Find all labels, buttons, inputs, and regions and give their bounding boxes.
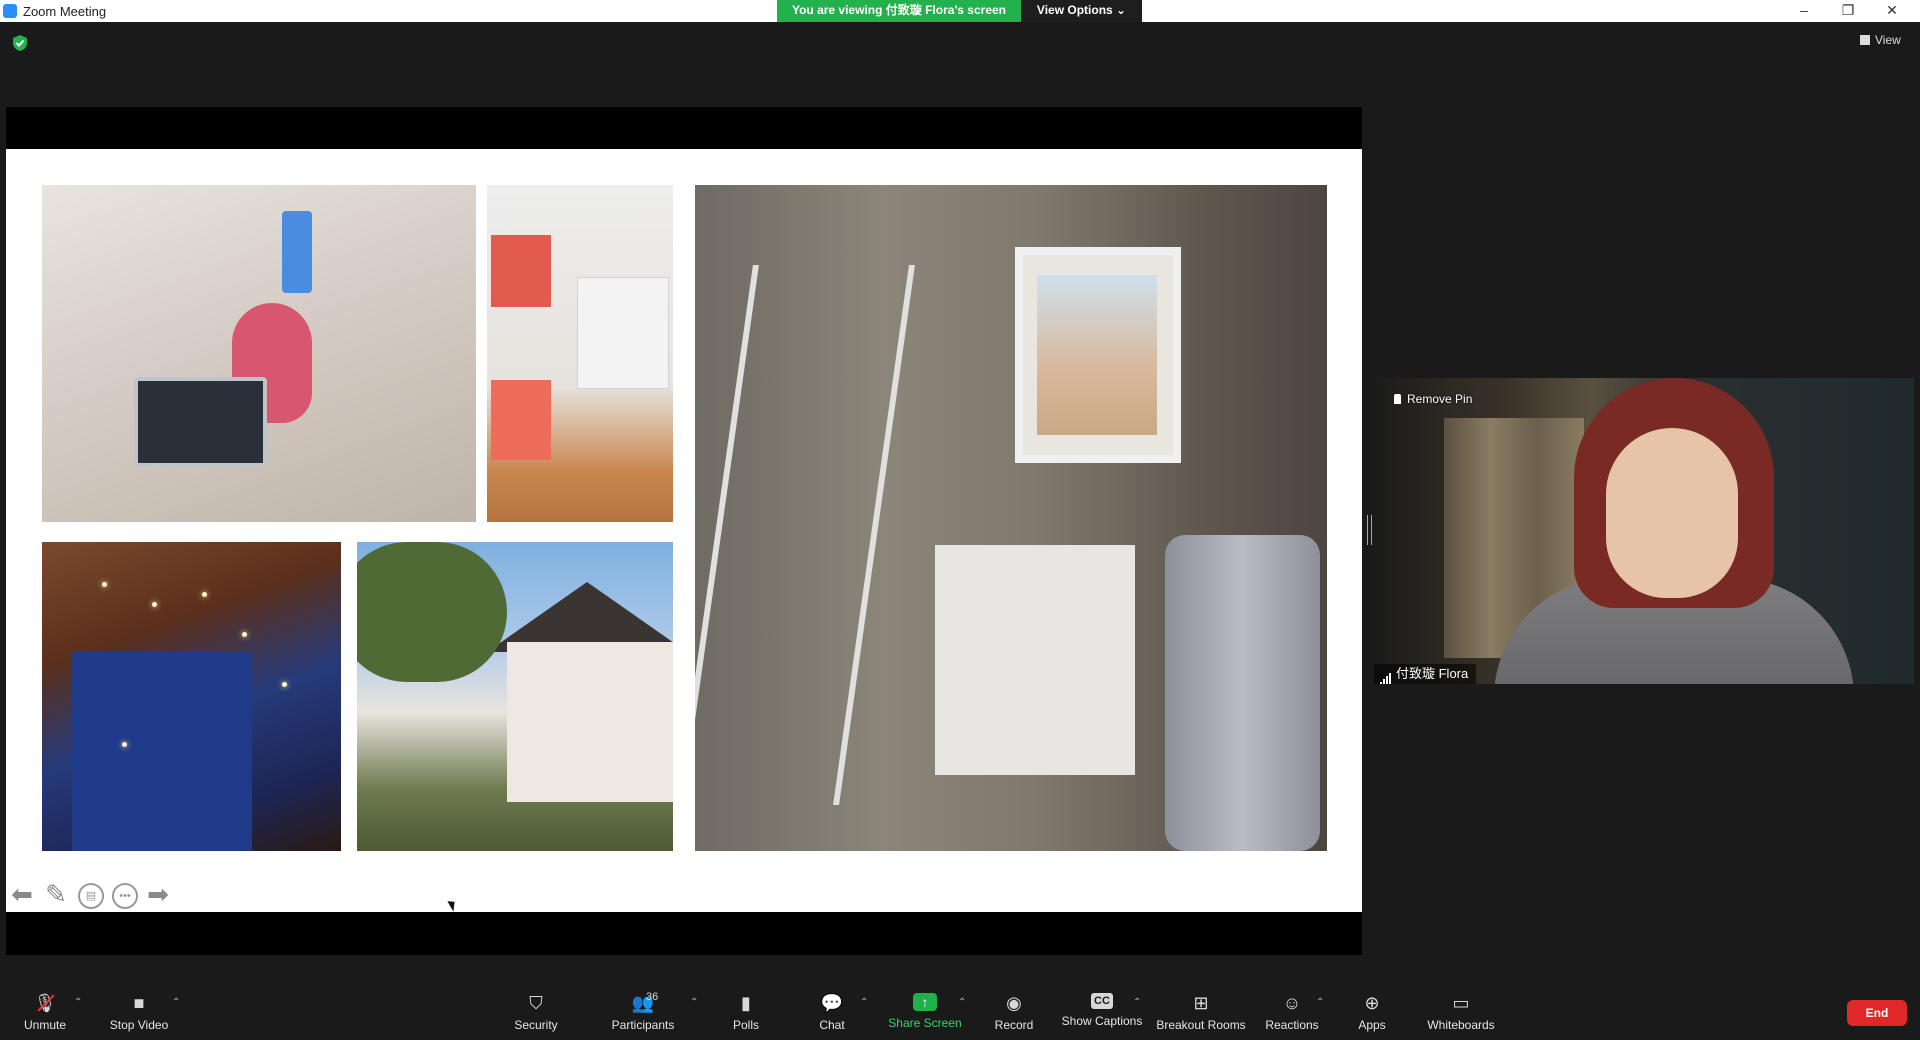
- house-photo: [357, 542, 673, 851]
- house-wall: [507, 642, 673, 802]
- whiteboards-button[interactable]: ▭ Whiteboards: [1424, 975, 1498, 1040]
- desk-photo: [42, 185, 476, 522]
- tree: [357, 542, 507, 682]
- string-light: [202, 592, 207, 597]
- video-options-chevron-icon[interactable]: ⌃: [172, 997, 180, 1008]
- view-options-button[interactable]: View Options ⌄: [1021, 0, 1142, 22]
- close-button[interactable]: ✕: [1870, 0, 1914, 22]
- stop-video-button[interactable]: ■ Stop Video: [100, 975, 178, 1040]
- participants-count: 36: [646, 991, 659, 1003]
- zoom-app-icon: [3, 4, 17, 18]
- string-light: [282, 682, 287, 687]
- view-layout-button[interactable]: View: [1860, 33, 1901, 47]
- polls-button[interactable]: ▮ Polls: [720, 975, 772, 1040]
- share-arrow-icon: ↑: [913, 993, 937, 1011]
- string-light: [102, 582, 107, 587]
- show-captions-button[interactable]: CC Show Captions: [1060, 975, 1144, 1040]
- unmute-button[interactable]: 🎙 Unmute: [14, 975, 76, 1040]
- participant-face: [1606, 428, 1738, 598]
- radiator: [577, 277, 669, 389]
- white-desk: [935, 545, 1135, 775]
- minimize-button[interactable]: –: [1782, 0, 1826, 22]
- captions-options-chevron-icon[interactable]: ⌃: [1133, 997, 1141, 1008]
- arrow-right-icon[interactable]: ➡: [144, 880, 172, 908]
- pen-icon[interactable]: ✎: [42, 880, 70, 908]
- whiteboard-icon: ▭: [1452, 993, 1470, 1013]
- participant-name: 付致璇 Flora: [1396, 666, 1469, 681]
- record-icon: ◉: [1006, 993, 1022, 1013]
- reactions-options-chevron-icon[interactable]: ⌃: [1316, 997, 1324, 1008]
- reactions-button[interactable]: ☺ Reactions: [1262, 975, 1322, 1040]
- apps-button[interactable]: ⊕ Apps: [1352, 975, 1392, 1040]
- share-screen-button[interactable]: ↑ Share Screen: [884, 975, 966, 1040]
- meeting-controls-toolbar: 🎙 Unmute ⌃ ■ Stop Video ⌃ ⛉ Security 👥 3…: [0, 975, 1920, 1040]
- red-drawer: [491, 235, 551, 307]
- pin-icon: [1394, 394, 1401, 404]
- audio-options-chevron-icon[interactable]: ⌃: [74, 997, 82, 1008]
- night-photo: [42, 542, 341, 851]
- security-button[interactable]: ⛉ Security: [504, 975, 568, 1040]
- remove-pin-button[interactable]: Remove Pin: [1394, 392, 1472, 406]
- mattress: [1165, 535, 1320, 851]
- microphone-muted-icon: 🎙: [33, 993, 57, 1013]
- participant-video-tile[interactable]: Remove Pin 付致璇 Flora: [1374, 378, 1914, 684]
- signal-strength-icon: [1380, 666, 1392, 684]
- string-light: [152, 602, 157, 607]
- smiley-plus-icon: ☺: [1282, 993, 1302, 1013]
- bed-frame: [695, 265, 915, 805]
- shelf-photo: [487, 185, 673, 522]
- chat-options-chevron-icon[interactable]: ⌃: [860, 997, 868, 1008]
- panel-resize-handle[interactable]: [1367, 515, 1372, 545]
- end-meeting-button[interactable]: End: [1847, 1000, 1907, 1026]
- image-icon[interactable]: ▤: [78, 883, 104, 909]
- participant-name-tag: 付致璇 Flora: [1374, 664, 1477, 684]
- chat-button[interactable]: 💬 Chat: [806, 975, 858, 1040]
- restore-button[interactable]: ❐: [1826, 0, 1870, 22]
- red-drawer: [491, 380, 551, 460]
- video-camera-icon: ■: [133, 993, 145, 1013]
- view-label: View: [1875, 33, 1901, 47]
- window-title: Zoom Meeting: [23, 4, 107, 19]
- chat-bubble-icon: 💬: [820, 993, 844, 1013]
- night-window: [72, 652, 252, 851]
- participants-button[interactable]: 👥 36 Participants: [604, 975, 682, 1040]
- closed-captions-icon: CC: [1091, 993, 1113, 1009]
- arrow-left-icon[interactable]: ⬅: [8, 880, 36, 908]
- string-light: [242, 632, 247, 637]
- remove-pin-label: Remove Pin: [1407, 392, 1473, 406]
- breakout-rooms-button[interactable]: ⊞ Breakout Rooms: [1155, 975, 1247, 1040]
- robot-figure-icon: [282, 211, 312, 293]
- bar-chart-icon: ▮: [741, 993, 751, 1013]
- share-options-chevron-icon[interactable]: ⌃: [958, 997, 966, 1008]
- viewing-screen-banner: You are viewing 付致璇 Flora's screen: [777, 0, 1021, 22]
- apps-icon: ⊕: [1364, 993, 1380, 1013]
- window-frame: [1015, 247, 1181, 463]
- string-light: [122, 742, 127, 747]
- breakout-grid-icon: ⊞: [1193, 993, 1209, 1013]
- laptop-icon: [134, 377, 267, 467]
- room-photo: [695, 185, 1327, 851]
- view-grid-icon: [1860, 35, 1870, 45]
- shared-slide: [6, 149, 1362, 912]
- shield-icon: ⛉: [529, 993, 543, 1013]
- window-view: [1037, 275, 1157, 435]
- more-icon[interactable]: •••: [112, 883, 138, 909]
- participants-options-chevron-icon[interactable]: ⌃: [690, 997, 698, 1008]
- encryption-shield-icon[interactable]: [12, 34, 28, 52]
- record-button[interactable]: ◉ Record: [988, 975, 1040, 1040]
